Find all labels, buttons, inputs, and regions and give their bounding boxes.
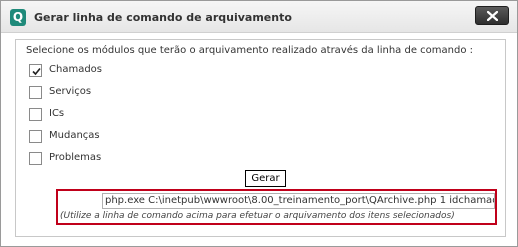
servicos-checkbox[interactable] xyxy=(29,86,42,99)
mudancas-checkbox[interactable] xyxy=(29,130,42,143)
chamados-checkbox[interactable] xyxy=(29,64,42,77)
problemas-checkbox[interactable] xyxy=(29,152,42,165)
command-highlight-box: php.exe C:\inetpub\wwwroot\8.00_treiname… xyxy=(56,189,497,225)
module-label: Serviços xyxy=(49,86,92,97)
title-bar: Q Gerar linha de comando de arquivamento xyxy=(1,1,517,33)
close-icon xyxy=(487,11,498,21)
module-label: Problemas xyxy=(49,152,102,163)
module-label: Chamados xyxy=(49,64,102,75)
ics-checkbox[interactable] xyxy=(29,108,42,121)
module-label: Mudanças xyxy=(49,130,100,141)
command-hint: (Utilize a linha de comando acima para e… xyxy=(60,211,455,221)
module-label: ICs xyxy=(49,108,65,119)
command-line-field[interactable]: php.exe C:\inetpub\wwwroot\8.00_treiname… xyxy=(102,193,495,209)
generate-button[interactable]: Gerar xyxy=(245,170,286,187)
close-button[interactable] xyxy=(475,6,509,25)
app-logo-icon: Q xyxy=(10,9,26,26)
dialog-title: Gerar linha de comando de arquivamento xyxy=(34,11,292,24)
modules-panel: Selecione os módulos que terão o arquiva… xyxy=(15,39,506,237)
checkmark-icon xyxy=(32,67,41,76)
modules-intro: Selecione os módulos que terão o arquiva… xyxy=(26,45,473,56)
archive-command-dialog: Q Gerar linha de comando de arquivamento… xyxy=(0,0,518,247)
